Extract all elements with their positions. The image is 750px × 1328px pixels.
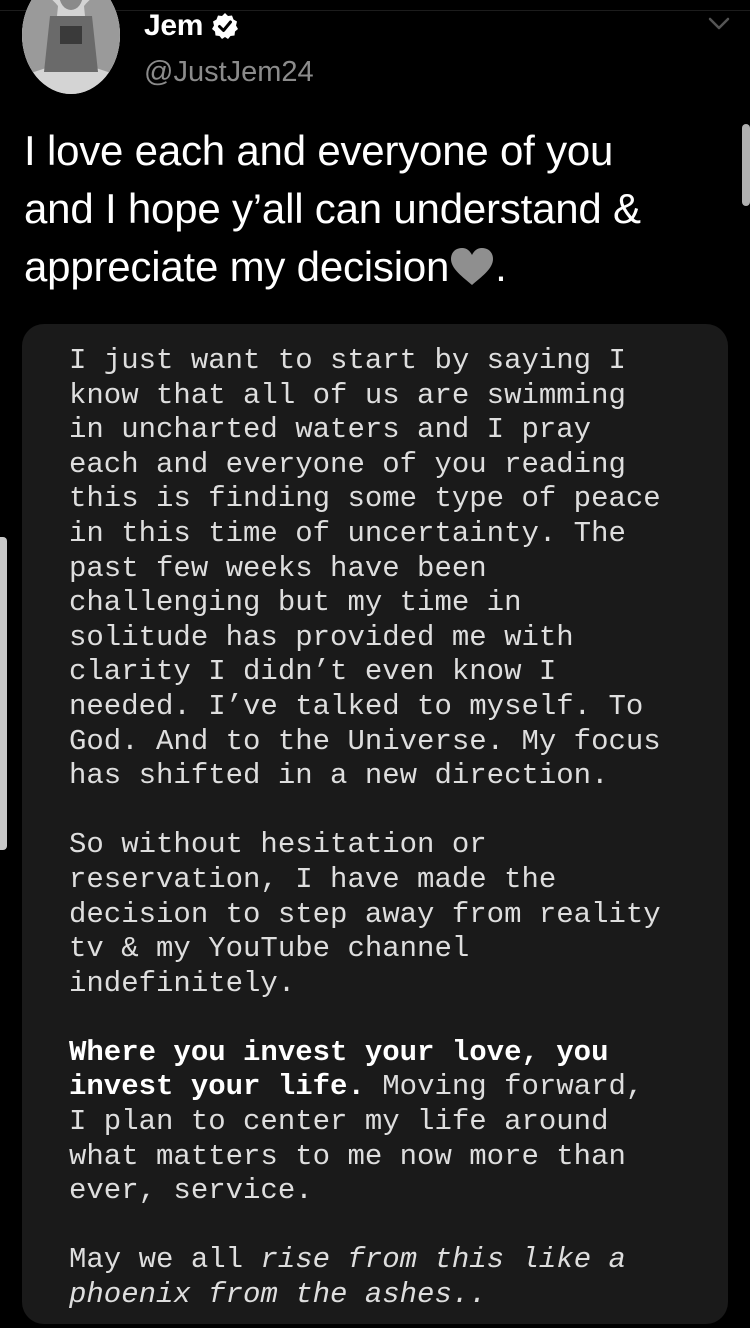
- tweet-text: I love each and everyone of you and I ho…: [24, 122, 724, 296]
- display-name[interactable]: Jem: [144, 9, 203, 43]
- tweet-body: I love each and everyone of you and I ho…: [24, 127, 641, 290]
- note-paragraph-4: May we all: [69, 1243, 261, 1277]
- verified-badge-icon: [212, 13, 239, 39]
- note-text: I just want to start by saying I know th…: [69, 344, 709, 1313]
- author-handle[interactable]: @JustJem24: [144, 56, 314, 89]
- note-paragraph-2: So without hesitation or reservation, I …: [69, 828, 661, 1000]
- avatar-photo: [22, 0, 120, 94]
- attached-note-image[interactable]: I just want to start by saying I know th…: [22, 324, 728, 1324]
- chevron-down-icon[interactable]: [706, 14, 732, 34]
- avatar[interactable]: [22, 0, 120, 94]
- tweet-trailing-period: .: [495, 243, 507, 290]
- note-paragraph-1: I just want to start by saying I know th…: [69, 344, 661, 793]
- scrollbar-thumb[interactable]: [742, 124, 750, 206]
- grey-heart-icon: [451, 248, 494, 285]
- edge-handle[interactable]: [0, 537, 7, 850]
- author-name-row[interactable]: Jem: [144, 6, 239, 46]
